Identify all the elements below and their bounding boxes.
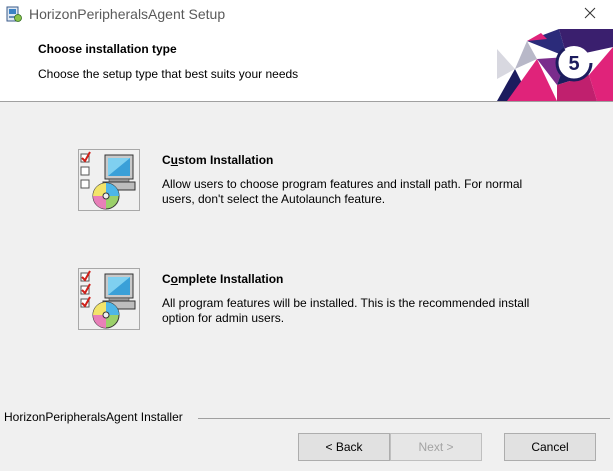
complete-installation-title[interactable]: Complete Installation	[162, 272, 283, 286]
horizon-logo-art: 5	[497, 29, 613, 101]
installer-icon	[6, 5, 22, 23]
svg-text:5: 5	[568, 53, 579, 75]
custom-installation-title[interactable]: Custom Installation	[162, 153, 273, 167]
custom-installation-description: Allow users to choose program features a…	[162, 177, 523, 206]
close-icon	[584, 7, 596, 22]
footer-divider	[198, 418, 610, 419]
title-bar: HorizonPeripheralsAgent Setup	[0, 0, 613, 29]
cancel-button[interactable]: Cancel	[504, 433, 596, 461]
close-button[interactable]	[567, 0, 613, 29]
window-title: HorizonPeripheralsAgent Setup	[29, 6, 226, 22]
custom-install-icon[interactable]	[78, 149, 140, 211]
page-subtitle: Choose the setup type that best suits yo…	[38, 67, 299, 81]
installer-name-label: HorizonPeripheralsAgent Installer	[4, 410, 183, 424]
back-button[interactable]: < Back	[298, 433, 390, 461]
page-title: Choose installation type	[38, 42, 177, 56]
option-custom-installation[interactable]: Custom Installation Allow users to choos…	[78, 149, 548, 213]
complete-installation-description: All program features will be installed. …	[162, 296, 530, 325]
complete-install-icon[interactable]	[78, 268, 140, 330]
option-complete-installation[interactable]: Complete Installation All program featur…	[78, 268, 548, 332]
header-banner: Choose installation type Choose the setu…	[0, 29, 613, 102]
next-button[interactable]: Next >	[390, 433, 482, 461]
